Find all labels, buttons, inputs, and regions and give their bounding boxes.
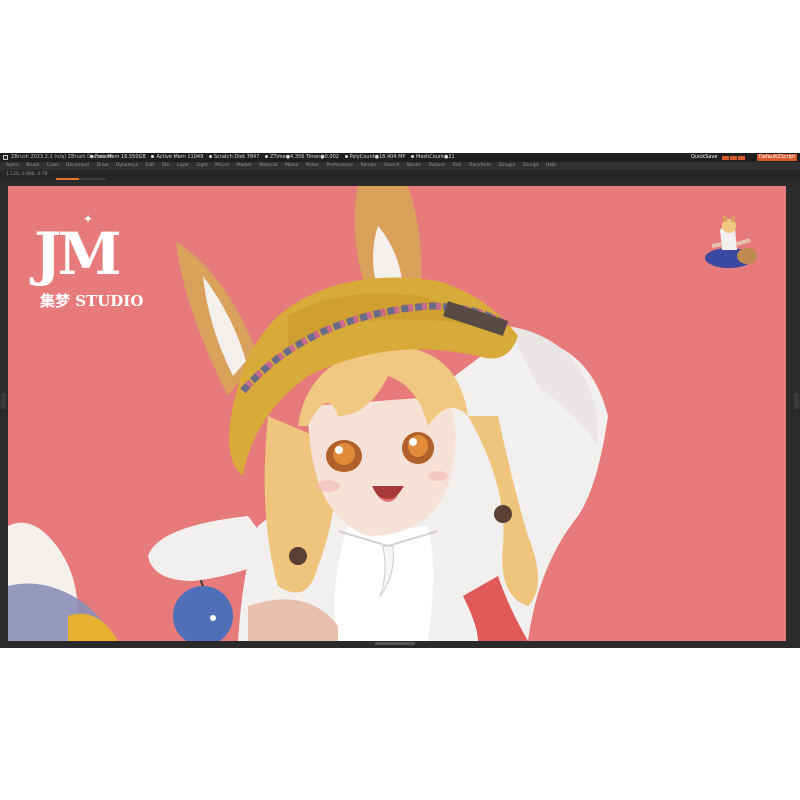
minimize-button[interactable] — [722, 156, 729, 160]
menu-item-preferences[interactable]: Preferences — [327, 163, 353, 168]
right-tray-handle[interactable] — [794, 393, 799, 409]
menu-item-file[interactable]: File — [162, 163, 170, 168]
stat-polycount: PolyCount●18.404 MP — [349, 154, 406, 160]
tool-strip: 1.126, 0.988, 0.78 — [0, 170, 800, 181]
menu-item-color[interactable]: Color — [47, 163, 59, 168]
dot-icon — [90, 155, 93, 158]
default-zscript-button[interactable]: DefaultZScript — [757, 154, 798, 161]
menu-item-macro[interactable]: Macro — [215, 163, 229, 168]
menu-bar: Alpha Brush Color Document Draw Dynamics… — [0, 162, 800, 170]
navigator-thumbnail[interactable] — [702, 210, 757, 270]
apple — [173, 571, 233, 641]
menu-item-zplugin[interactable]: Zplugin — [498, 163, 515, 168]
stats-bar: Free Mem 16.550GB Active Mem 11049 Scrat… — [86, 153, 455, 162]
stat-ztime: ZTime●4.356 Timer●0.002 — [270, 154, 339, 160]
menu-item-layer[interactable]: Layer — [177, 163, 190, 168]
dot-icon — [151, 155, 155, 158]
menu-item-tool[interactable]: Tool — [452, 163, 461, 168]
logo-studio-text: 集梦 STUDIO — [40, 292, 144, 310]
window-controls — [722, 155, 746, 162]
dot-icon — [344, 155, 348, 158]
maximize-button[interactable] — [730, 156, 737, 160]
close-button[interactable] — [738, 156, 745, 160]
menu-item-draw[interactable]: Draw — [97, 163, 109, 168]
dot-icon — [208, 155, 212, 158]
menu-item-stencil[interactable]: Stencil — [384, 163, 399, 168]
stat-meshcount: MeshCount●21 — [416, 154, 455, 160]
stat-free-mem: Free Mem 16.550GB — [95, 154, 146, 160]
stat-scratch-disk: Scratch Disk 7847 — [213, 154, 260, 160]
progress-fill — [56, 178, 79, 180]
bottom-tray-handle[interactable] — [375, 642, 415, 645]
dot-icon — [265, 155, 269, 158]
left-tray-handle[interactable] — [1, 393, 6, 409]
title-bar: ZBrush 2023.2.1 (n/a) ZBrush Document Fr… — [0, 153, 800, 162]
coordinate-readout: 1.126, 0.988, 0.78 — [6, 172, 48, 177]
menu-item-zscript[interactable]: Zscript — [523, 163, 539, 168]
menu-item-help[interactable]: Help — [546, 163, 556, 168]
dot-icon — [411, 155, 414, 158]
menu-item-texture[interactable]: Texture — [428, 163, 444, 168]
menu-item-edit[interactable]: Edit — [145, 163, 154, 168]
zbrush-window: ZBrush 2023.2.1 (n/a) ZBrush Document Fr… — [0, 153, 800, 648]
menu-item-movie[interactable]: Movie — [285, 163, 298, 168]
menu-item-brush[interactable]: Brush — [26, 163, 39, 168]
menu-item-material[interactable]: Material — [259, 163, 277, 168]
menu-item-picker[interactable]: Picker — [306, 163, 319, 168]
logo-letters: JM — [34, 220, 122, 288]
studio-logo: ✦ JM 集梦 STUDIO — [26, 204, 156, 314]
stat-active-mem: Active Mem 11049 — [156, 154, 204, 160]
quicksave-button[interactable]: QuickSave — [688, 154, 720, 161]
progress-bar — [56, 178, 106, 180]
menu-item-transform[interactable]: Transform — [469, 163, 491, 168]
menu-item-light[interactable]: Light — [197, 163, 208, 168]
menu-item-render[interactable]: Render — [361, 163, 377, 168]
menu-item-stroke[interactable]: Stroke — [407, 163, 421, 168]
menu-item-marker[interactable]: Marker — [236, 163, 252, 168]
zbrush-logo-icon — [3, 155, 8, 160]
menu-item-document[interactable]: Document — [66, 163, 89, 168]
menu-item-alpha[interactable]: Alpha — [6, 163, 19, 168]
plush-toy — [8, 522, 118, 641]
canvas-viewport[interactable]: ✦ JM 集梦 STUDIO — [8, 186, 786, 641]
menu-item-dynamics[interactable]: Dynamics — [116, 163, 138, 168]
